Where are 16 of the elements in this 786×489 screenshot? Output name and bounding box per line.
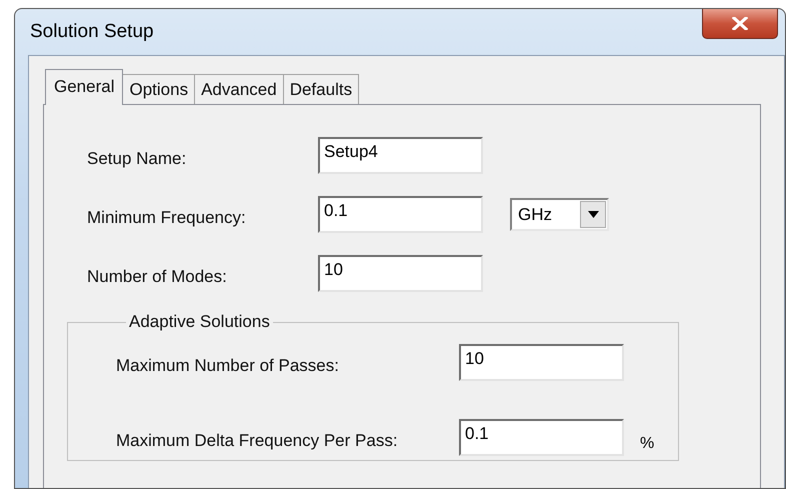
input-field[interactable]: 10 (318, 255, 483, 292)
unit-dropdown[interactable]: GHz (510, 198, 609, 231)
unit-label: % (640, 434, 654, 452)
input-field[interactable]: 0.1 (459, 419, 624, 456)
field-label: Number of Modes: (87, 266, 228, 286)
window-title: Solution Setup (29, 21, 154, 43)
input-field[interactable]: 10 (459, 344, 624, 381)
field-label: Setup Name: (87, 148, 188, 168)
input-field[interactable]: 0.1 (318, 196, 483, 233)
tab[interactable]: General (45, 69, 124, 105)
field-label: Minimum Frequency: (87, 206, 247, 228)
field-label: Maximum Number of Passes: (116, 354, 340, 376)
tab[interactable]: Defaults (282, 74, 360, 104)
input-field[interactable]: Setup4 (318, 137, 483, 174)
field-label: Maximum Delta Frequency Per Pass: (116, 430, 399, 450)
group-title: Adaptive Solutions (128, 312, 271, 332)
